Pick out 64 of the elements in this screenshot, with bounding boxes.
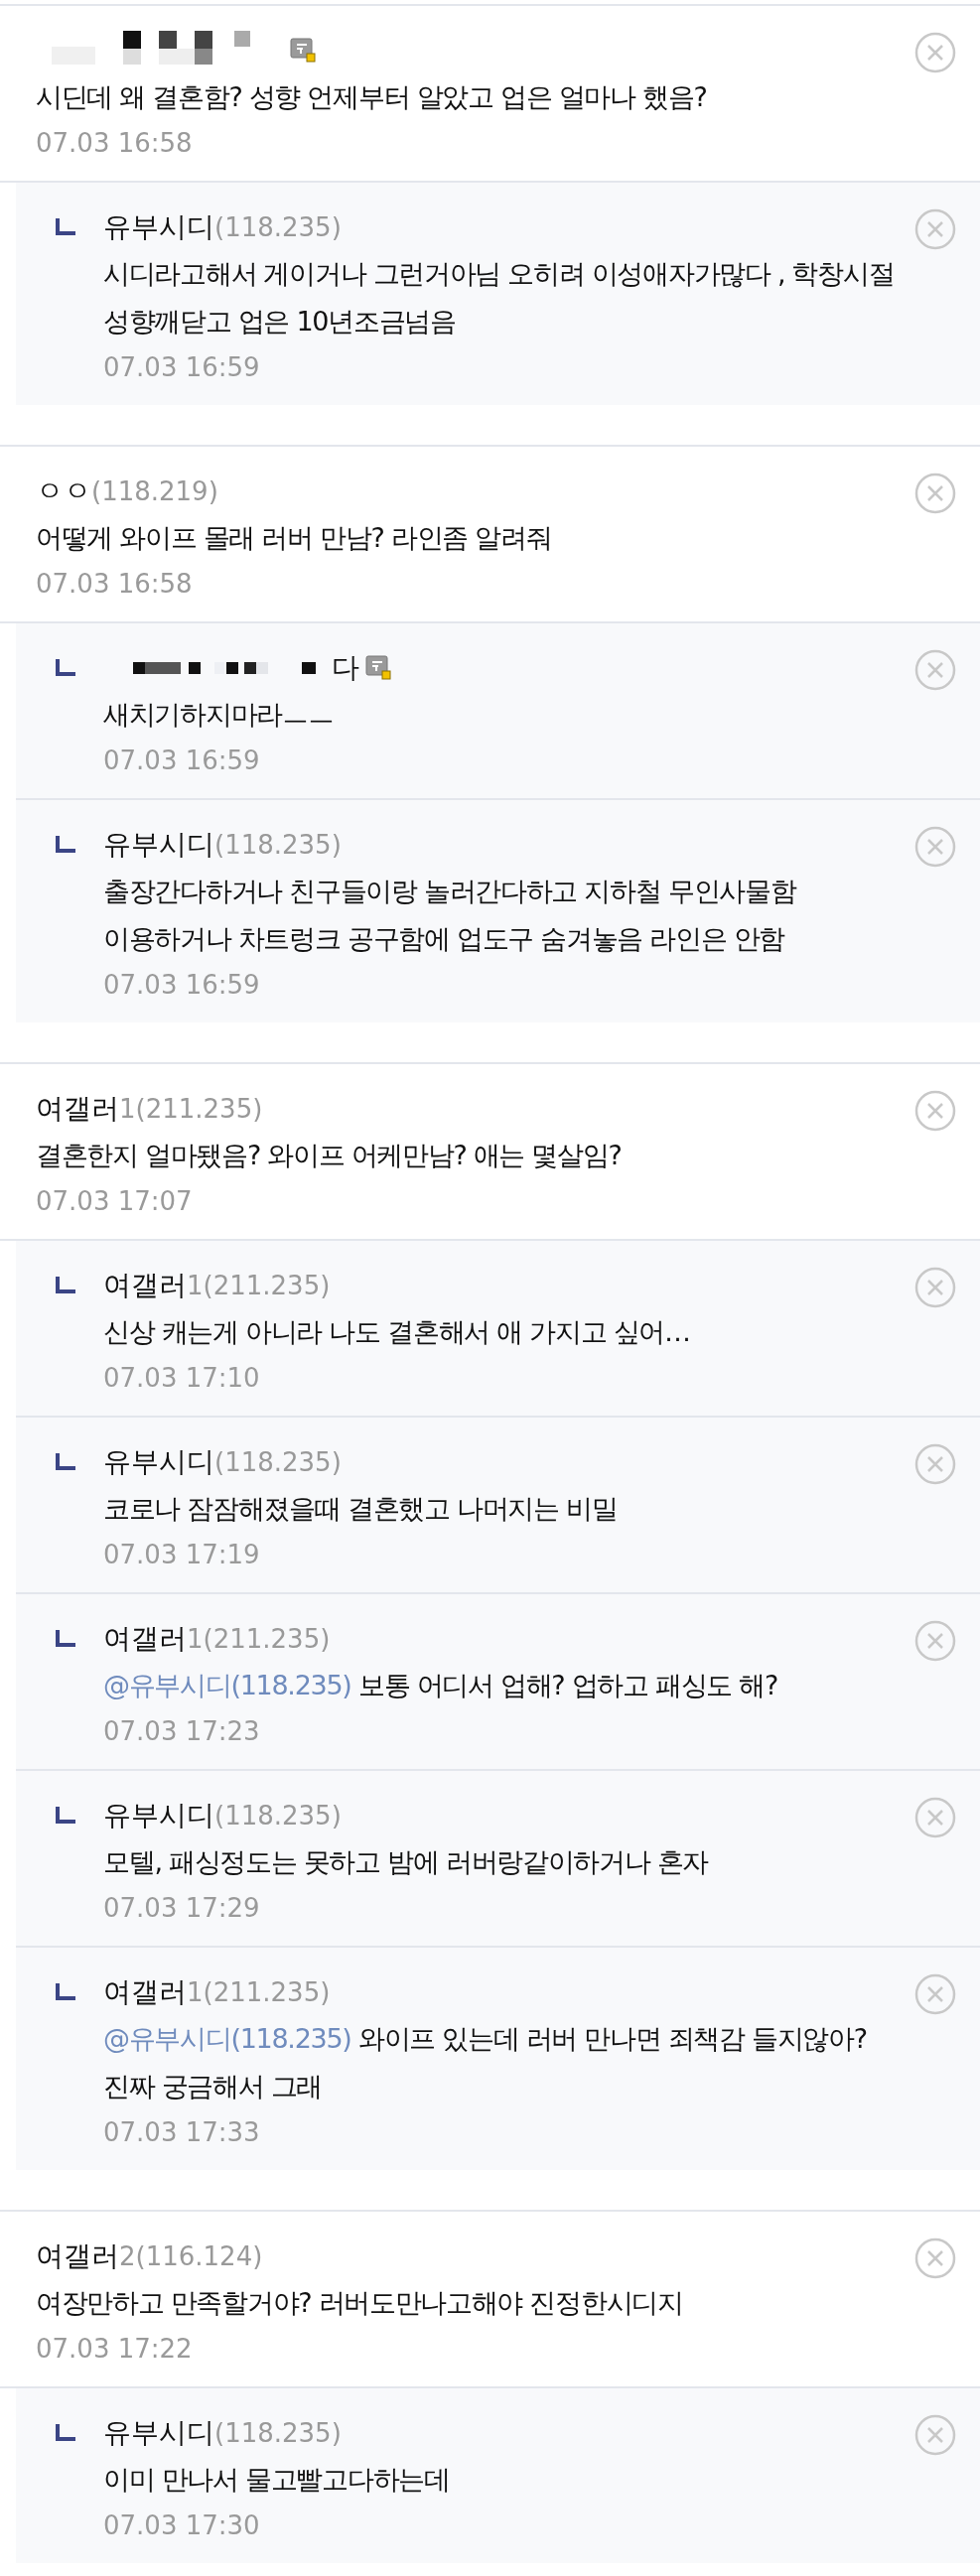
comment-date: 07.03 16:59 — [103, 351, 261, 384]
comment-date: 07.03 17:30 — [103, 2509, 261, 2542]
ip-address: 2(116.124) — [119, 2241, 263, 2271]
delete-icon[interactable] — [914, 2237, 956, 2279]
comment-date: 07.03 17:07 — [36, 1185, 194, 1218]
delete-icon[interactable] — [914, 473, 956, 514]
delete-icon[interactable] — [914, 649, 956, 691]
comment-text: 출장간다하거나 친구들이랑 놀러간다하고 지하철 무인사물함 이용하거나 차트렁크 공구함에 업도구 숨겨놓음 라인은 안함 — [103, 875, 797, 956]
nickname: 유부시디 — [103, 1798, 214, 1833]
comment-text: @유부시디(118.235) 보통 어디서 업해? 업하고 패싱도 해? — [103, 1669, 779, 1702]
nickname: 유부시디 — [103, 1444, 214, 1480]
ip-address: 1(211.235) — [187, 1271, 331, 1300]
comment-date: 07.03 16:58 — [36, 568, 194, 601]
delete-icon[interactable] — [914, 1090, 956, 1132]
mention-link[interactable]: @유부시디(118.235) — [103, 1670, 351, 1700]
delete-icon[interactable] — [914, 1797, 956, 1838]
ip-address: 1(211.235) — [187, 1624, 331, 1654]
nickname: 유부시디 — [103, 827, 214, 863]
nickname: 유부시디 — [103, 209, 214, 245]
comment-date: 07.03 17:19 — [103, 1539, 261, 1571]
ip-address: (118.235) — [214, 2418, 342, 2448]
delete-icon[interactable] — [914, 2414, 956, 2456]
nickname: 여갤러 — [103, 1974, 187, 2010]
comment-text: 코로나 잠잠해졌을때 결혼했고 나머지는 비밀 — [103, 1492, 619, 1526]
delete-icon[interactable] — [914, 208, 956, 250]
ip-address: (118.235) — [214, 1447, 342, 1477]
comment-date: 07.03 17:23 — [103, 1715, 261, 1748]
comment-text: 신상 캐는게 아니라 나도 결혼해서 애 가지고 싶어… — [103, 1315, 691, 1349]
comment-text: 결혼한지 얼마됐음? 와이프 어케만남? 애는 몇살임? — [36, 1139, 623, 1172]
ip-address: (118.235) — [214, 1801, 342, 1830]
delete-icon[interactable] — [914, 32, 956, 73]
comment-text: 이미 만나서 물고빨고다하는데 — [103, 2463, 451, 2497]
comment-text: 여장만하고 만족할거야? 러버도만나고해야 진정한시디지 — [36, 2286, 684, 2320]
comment-date: 07.03 17:10 — [103, 1362, 261, 1395]
comment-date: 07.03 16:59 — [103, 969, 261, 1002]
comment-text: 시디라고해서 게이거나 그런거아님 오히려 이성애자가많다 , 학창시절 성향깨닫고 업은 10년조금넘음 — [103, 257, 896, 339]
comment-text: @유부시디(118.235) 와이프 있는데 러버 만나면 죄책감 들지않아? 진짜 궁금해서 그래 — [103, 2022, 868, 2103]
comment-text: 모텔, 패싱정도는 못하고 밤에 러버랑같이하거나 혼자 — [103, 1845, 710, 1879]
delete-icon[interactable] — [914, 1267, 956, 1308]
mention-link[interactable]: @유부시디(118.235) — [103, 2023, 351, 2054]
nickname: 여갤러 — [36, 2238, 119, 2274]
comment-date: 07.03 17:29 — [103, 1892, 261, 1925]
ip-address: (118.219) — [91, 476, 218, 506]
comment-date: 07.03 16:58 — [36, 127, 194, 160]
delete-icon[interactable] — [914, 1620, 956, 1662]
nickname: 유부시디 — [103, 2415, 214, 2451]
comment-text: 어떻게 와이프 몰래 러버 만남? 라인좀 알려줘 — [36, 521, 553, 555]
nickname: 다 — [332, 650, 359, 686]
delete-icon[interactable] — [914, 1973, 956, 2015]
comment-text: 시딘데 왜 결혼함? 성향 언제부터 알았고 업은 얼마나 했음? — [36, 80, 708, 114]
ip-address: (118.235) — [214, 830, 342, 860]
delete-icon[interactable] — [914, 826, 956, 868]
delete-icon[interactable] — [914, 1443, 956, 1485]
nickname: 여갤러 — [103, 1268, 187, 1303]
nickname: ㅇㅇ — [36, 474, 91, 509]
comment-date: 07.03 17:33 — [103, 2116, 261, 2149]
nickname: 여갤러 — [36, 1091, 119, 1127]
ip-address: (118.235) — [214, 212, 342, 242]
ip-address: 1(211.235) — [119, 1094, 263, 1124]
comment-text: 새치기하지마라ㅡㅡ — [103, 698, 335, 732]
comment-date: 07.03 16:59 — [103, 745, 261, 777]
comment-date: 07.03 17:22 — [36, 2333, 194, 2366]
ip-address: 1(211.235) — [187, 1977, 331, 2007]
nickname: 여갤러 — [103, 1621, 187, 1657]
